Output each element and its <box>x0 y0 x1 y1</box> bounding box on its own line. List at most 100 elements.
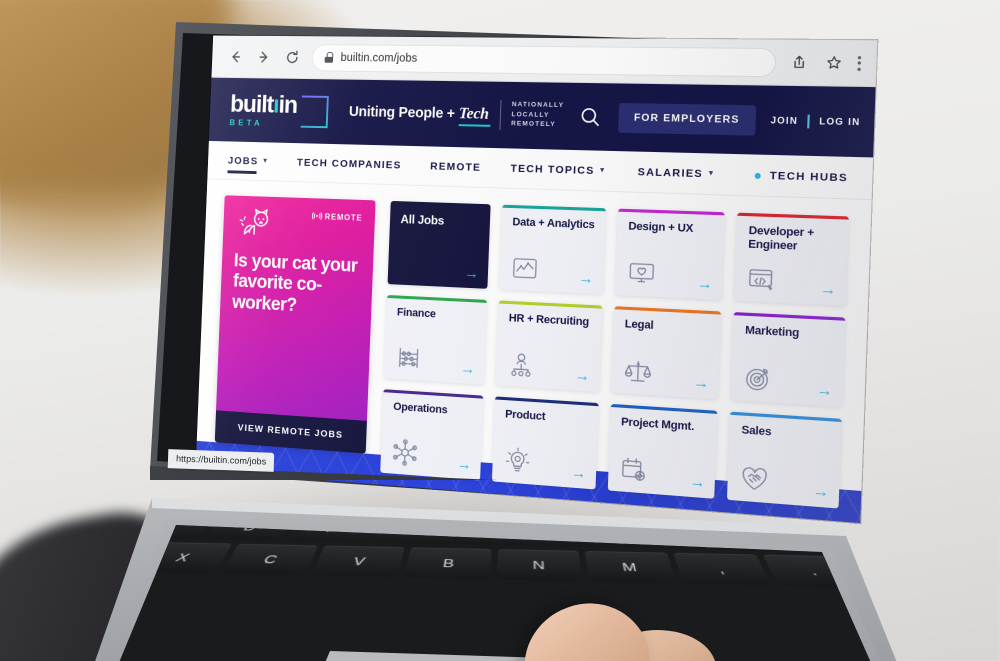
for-employers-button[interactable]: FOR EMPLOYERS <box>618 102 757 136</box>
category-accent-rule <box>502 204 606 212</box>
address-bar[interactable]: builtin.com/jobs <box>311 43 777 77</box>
nav-item-salaries[interactable]: SALARIES ▼ <box>637 152 717 195</box>
key-1[interactable]: 1 <box>44 461 131 482</box>
share-icon[interactable] <box>787 52 809 73</box>
key-c[interactable]: C <box>220 543 319 575</box>
category-card-developer-engineer[interactable]: Developer + Engineer → <box>734 212 849 306</box>
key-capslock[interactable]: caps <box>0 508 61 525</box>
arrow-right-icon: → <box>819 280 837 299</box>
remote-jobs-promo-card[interactable]: REMOTE Is your cat your favorite co-work… <box>214 195 376 454</box>
key-quote[interactable]: ' <box>865 526 872 555</box>
category-accent-rule <box>387 294 487 303</box>
key-n[interactable]: N <box>496 549 583 582</box>
key-esc[interactable]: esc <box>2 455 80 459</box>
nav-item-tech-companies[interactable]: TECH COMPANIES <box>296 143 402 184</box>
join-link[interactable]: JOIN <box>770 115 798 126</box>
category-card-all-jobs[interactable]: All Jobs → <box>387 200 491 289</box>
cat-icon <box>235 206 275 240</box>
key-bracket-right[interactable]: ] <box>902 500 1000 525</box>
forward-arrow-icon[interactable] <box>254 47 273 67</box>
key-tilde[interactable]: ~ <box>0 460 62 481</box>
category-card-product[interactable]: Product → <box>491 396 599 490</box>
category-title: Sales <box>741 423 772 439</box>
arrow-right-icon: → <box>689 472 706 492</box>
browser-window: builtin.com/jobs builtıin BETA Uniting P… <box>195 35 878 524</box>
key-shift-right[interactable]: shift <box>943 558 1000 580</box>
category-card-sales[interactable]: Sales → <box>727 411 842 509</box>
category-accent-rule <box>730 411 842 423</box>
logo-word-a: built <box>229 90 274 119</box>
category-card-hr-recruiting[interactable]: HR + Recruiting → <box>495 300 602 392</box>
key-f12[interactable] <box>863 461 943 473</box>
header-tagline: Uniting People + Tech NATIONALLY LOCALLY… <box>348 97 564 131</box>
category-card-legal[interactable]: Legal → <box>610 306 722 400</box>
key-delete[interactable]: delete <box>920 476 1000 490</box>
promo-card-top: REMOTE Is your cat your favorite co-work… <box>216 195 376 421</box>
category-accent-rule <box>494 396 599 407</box>
key-backslash[interactable]: \ <box>981 501 1000 527</box>
key-power[interactable]: ⏻ <box>936 462 1000 475</box>
nav-item-jobs-label: JOBS <box>227 154 259 167</box>
category-accent-rule <box>617 208 725 216</box>
category-card-project-mgmt[interactable]: Project Mgmt. → <box>607 403 718 499</box>
key-b[interactable]: B <box>403 547 492 579</box>
key-shift-left[interactable]: shift <box>0 537 64 557</box>
category-accent-rule <box>614 306 722 315</box>
abacus-icon <box>395 343 423 372</box>
url-text: builtin.com/jobs <box>340 51 418 65</box>
key-m[interactable]: M <box>585 550 677 584</box>
three-dots-menu-icon[interactable] <box>857 55 862 71</box>
builtin-logo[interactable]: builtıin BETA <box>229 90 329 129</box>
chevron-down-icon: ▼ <box>707 169 716 178</box>
reload-icon[interactable] <box>283 47 302 67</box>
category-card-design-ux[interactable]: Design + UX → <box>614 208 725 300</box>
category-accent-rule <box>498 300 602 309</box>
category-title: Marketing <box>744 324 800 340</box>
key-tab[interactable]: tab <box>0 483 68 498</box>
key-q[interactable]: Q <box>49 484 141 507</box>
arrow-right-icon: → <box>456 455 472 474</box>
nav-item-tech-hubs[interactable]: ● TECH HUBS <box>753 155 849 199</box>
key-return[interactable]: return <box>949 528 1000 547</box>
key-f1[interactable] <box>72 455 148 460</box>
category-title: Design + UX <box>628 220 694 236</box>
key-a[interactable]: A <box>118 525 139 538</box>
login-link[interactable]: LOG IN <box>819 116 861 127</box>
key-comma[interactable]: , <box>673 552 772 586</box>
category-card-operations[interactable]: Operations → <box>380 389 484 481</box>
star-icon[interactable] <box>822 52 845 73</box>
tagline-text: Uniting People + <box>348 104 456 123</box>
browser-toolbar-actions <box>787 52 862 74</box>
category-title: HR + Recruiting <box>508 312 590 329</box>
nav-item-tech-companies-label: TECH COMPANIES <box>296 156 402 172</box>
key-slash[interactable]: / <box>852 556 872 590</box>
monitor-heart-icon <box>626 258 656 288</box>
code-window-icon <box>746 263 777 294</box>
nav-item-tech-topics[interactable]: TECH TOPICS ▼ <box>510 148 608 190</box>
search-icon[interactable] <box>577 103 604 130</box>
remote-badge-label: REMOTE <box>324 212 363 223</box>
promo-card-header: REMOTE <box>235 206 363 244</box>
category-title: Legal <box>624 318 654 332</box>
logo-beta-label: BETA <box>229 117 264 128</box>
tagline-list: NATIONALLY LOCALLY REMOTELY <box>511 101 564 131</box>
key-v[interactable]: V <box>311 545 405 577</box>
nav-item-remote[interactable]: REMOTE <box>430 146 482 186</box>
back-arrow-icon[interactable] <box>226 47 245 66</box>
jobs-page-body: REMOTE Is your cat your favorite co-work… <box>196 179 872 509</box>
category-accent-rule <box>383 389 484 399</box>
category-accent-rule <box>733 312 846 321</box>
laptop: builtin.com/jobs builtıin BETA Uniting P… <box>0 0 1000 661</box>
calendar-gear-icon <box>619 454 649 485</box>
arrow-right-icon: → <box>463 264 480 283</box>
category-card-data-analytics[interactable]: Data + Analytics → <box>498 204 606 295</box>
lock-icon <box>325 52 334 63</box>
nav-item-remote-label: REMOTE <box>430 159 482 174</box>
nav-item-jobs[interactable]: JOBS ▼ <box>227 141 270 180</box>
gear-network-icon <box>391 438 419 468</box>
category-card-marketing[interactable]: Marketing → <box>730 312 846 408</box>
arrow-right-icon: → <box>570 463 587 483</box>
location-pin-icon: ● <box>753 167 764 184</box>
category-title: Product <box>504 408 546 424</box>
category-card-finance[interactable]: Finance → <box>383 294 487 385</box>
